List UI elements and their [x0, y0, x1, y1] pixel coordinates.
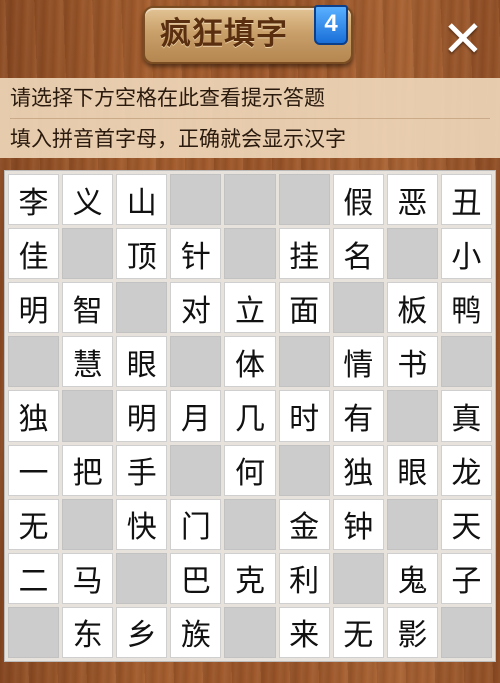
- grid-cell[interactable]: 独: [332, 444, 384, 496]
- grid-cell[interactable]: 天: [440, 498, 492, 550]
- grid-cell-blank[interactable]: [170, 174, 222, 226]
- grid-cell[interactable]: 对: [170, 282, 222, 334]
- grid-cell[interactable]: 东: [62, 606, 114, 658]
- level-badge: 4: [314, 5, 348, 45]
- crossword-grid: 李义山假恶丑佳顶针挂名小明智对立面板鸭慧眼体情书独明月几时有真一把手何独眼龙无快…: [4, 170, 496, 662]
- grid-cell[interactable]: 情: [332, 336, 384, 388]
- grid-cell-blank[interactable]: [224, 174, 276, 226]
- hint-text-line-2: 填入拼音首字母，正确就会显示汉字: [10, 118, 490, 158]
- grid-cell[interactable]: 慧: [62, 336, 114, 388]
- grid-cell[interactable]: 真: [440, 390, 492, 442]
- grid-cell[interactable]: 钟: [332, 498, 384, 550]
- grid-cell[interactable]: 龙: [440, 444, 492, 496]
- grid-cell-blank[interactable]: [278, 444, 330, 496]
- grid-cell[interactable]: 名: [332, 228, 384, 280]
- grid-cell[interactable]: 恶: [386, 174, 438, 226]
- grid-cell[interactable]: 来: [278, 606, 330, 658]
- grid-cell[interactable]: 何: [224, 444, 276, 496]
- grid-cell-blank[interactable]: [278, 174, 330, 226]
- grid-cell[interactable]: 手: [116, 444, 168, 496]
- hint-text-line-1: 请选择下方空格在此查看提示答题: [10, 86, 325, 110]
- grid-cell-blank[interactable]: [8, 336, 60, 388]
- grid-cell-blank[interactable]: [332, 282, 384, 334]
- grid-cell[interactable]: 时: [278, 390, 330, 442]
- grid-cell[interactable]: 马: [62, 552, 114, 604]
- grid-cell-blank[interactable]: [386, 228, 438, 280]
- grid-cell[interactable]: 山: [116, 174, 168, 226]
- grid-cell-blank[interactable]: [62, 498, 114, 550]
- grid-cell[interactable]: 几: [224, 390, 276, 442]
- grid-cell[interactable]: 丑: [440, 174, 492, 226]
- grid-cell[interactable]: 克: [224, 552, 276, 604]
- grid-cell-blank[interactable]: [62, 390, 114, 442]
- grid-cell-blank[interactable]: [278, 336, 330, 388]
- grid-cell[interactable]: 立: [224, 282, 276, 334]
- grid-cell[interactable]: 有: [332, 390, 384, 442]
- grid-cell-blank[interactable]: [224, 498, 276, 550]
- grid-cell[interactable]: 独: [8, 390, 60, 442]
- grid-cell[interactable]: 利: [278, 552, 330, 604]
- grid-cell[interactable]: 李: [8, 174, 60, 226]
- grid-cell-blank[interactable]: [332, 552, 384, 604]
- grid-cell-blank[interactable]: [116, 552, 168, 604]
- grid-cell[interactable]: 月: [170, 390, 222, 442]
- grid-cell[interactable]: 二: [8, 552, 60, 604]
- grid-cell[interactable]: 体: [224, 336, 276, 388]
- grid-cell-blank[interactable]: [386, 390, 438, 442]
- grid-cell[interactable]: 眼: [386, 444, 438, 496]
- grid-cell[interactable]: 面: [278, 282, 330, 334]
- grid-cell[interactable]: 无: [8, 498, 60, 550]
- grid-cell-blank[interactable]: [116, 282, 168, 334]
- grid-cell-blank[interactable]: [440, 336, 492, 388]
- grid-cell[interactable]: 眼: [116, 336, 168, 388]
- grid-cell[interactable]: 快: [116, 498, 168, 550]
- close-button[interactable]: ✕: [440, 14, 486, 64]
- grid-cell[interactable]: 佳: [8, 228, 60, 280]
- grid-cell[interactable]: 鸭: [440, 282, 492, 334]
- grid-cell-blank[interactable]: [386, 498, 438, 550]
- grid-cell[interactable]: 影: [386, 606, 438, 658]
- grid-cell[interactable]: 子: [440, 552, 492, 604]
- hint-panel: 请选择下方空格在此查看提示答题 填入拼音首字母，正确就会显示汉字: [0, 78, 500, 158]
- grid-cell[interactable]: 金: [278, 498, 330, 550]
- grid-cell[interactable]: 针: [170, 228, 222, 280]
- grid-cell-blank[interactable]: [8, 606, 60, 658]
- grid-cell-blank[interactable]: [170, 444, 222, 496]
- grid-cell[interactable]: 板: [386, 282, 438, 334]
- grid-cell[interactable]: 明: [116, 390, 168, 442]
- grid-cell[interactable]: 把: [62, 444, 114, 496]
- grid-cell[interactable]: 鬼: [386, 552, 438, 604]
- grid-cell[interactable]: 族: [170, 606, 222, 658]
- grid-cell[interactable]: 义: [62, 174, 114, 226]
- grid-cell[interactable]: 无: [332, 606, 384, 658]
- grid-cell-blank[interactable]: [440, 606, 492, 658]
- game-title: 疯狂填字: [160, 16, 288, 52]
- grid-cell[interactable]: 一: [8, 444, 60, 496]
- grid-cell[interactable]: 门: [170, 498, 222, 550]
- grid-cell[interactable]: 小: [440, 228, 492, 280]
- grid-cell-blank[interactable]: [224, 606, 276, 658]
- grid-cell-blank[interactable]: [62, 228, 114, 280]
- grid-cell-blank[interactable]: [170, 336, 222, 388]
- grid-cell-blank[interactable]: [224, 228, 276, 280]
- grid-cell[interactable]: 明: [8, 282, 60, 334]
- grid-cell[interactable]: 假: [332, 174, 384, 226]
- grid-cell[interactable]: 挂: [278, 228, 330, 280]
- grid-cell[interactable]: 书: [386, 336, 438, 388]
- grid-cell[interactable]: 智: [62, 282, 114, 334]
- grid-cell[interactable]: 巴: [170, 552, 222, 604]
- grid-cell[interactable]: 乡: [116, 606, 168, 658]
- grid-cell[interactable]: 顶: [116, 228, 168, 280]
- top-bar: 疯狂填字 4 ✕: [0, 0, 500, 78]
